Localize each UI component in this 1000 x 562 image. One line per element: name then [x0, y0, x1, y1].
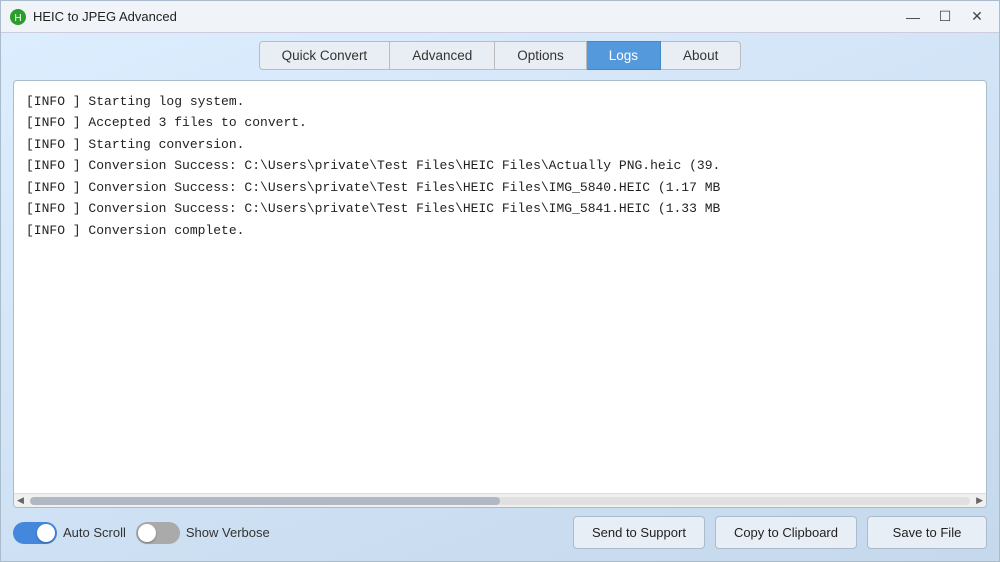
- title-bar-controls: — ☐ ✕: [899, 7, 991, 27]
- copy-to-clipboard-button[interactable]: Copy to Clipboard: [715, 516, 857, 549]
- list-item: [INFO ] Conversion Success: C:\Users\pri…: [26, 155, 974, 176]
- tab-logs[interactable]: Logs: [587, 41, 661, 70]
- maximize-button[interactable]: ☐: [931, 7, 959, 27]
- auto-scroll-toggle-wrapper: Auto Scroll: [13, 522, 126, 544]
- tab-advanced[interactable]: Advanced: [390, 41, 495, 70]
- tab-bar: Quick Convert Advanced Options Logs Abou…: [13, 41, 987, 70]
- list-item: [INFO ] Conversion complete.: [26, 220, 974, 241]
- bottom-bar: Auto Scroll Show Verbose Send to Support…: [13, 516, 987, 549]
- scrollbar-thumb[interactable]: [30, 497, 500, 505]
- minimize-button[interactable]: —: [899, 7, 927, 27]
- title-bar: H HEIC to JPEG Advanced — ☐ ✕: [1, 1, 999, 33]
- auto-scroll-toggle[interactable]: [13, 522, 57, 544]
- auto-scroll-label: Auto Scroll: [63, 525, 126, 540]
- list-item: [INFO ] Starting conversion.: [26, 134, 974, 155]
- log-content: [INFO ] Starting log system. [INFO ] Acc…: [14, 81, 986, 493]
- show-verbose-thumb: [138, 524, 156, 542]
- horizontal-scrollbar[interactable]: ◀ ▶: [14, 493, 986, 507]
- send-to-support-button[interactable]: Send to Support: [573, 516, 705, 549]
- scroll-right-icon[interactable]: ▶: [976, 495, 983, 506]
- show-verbose-toggle-wrapper: Show Verbose: [136, 522, 270, 544]
- tab-quick-convert[interactable]: Quick Convert: [259, 41, 391, 70]
- scroll-left-icon[interactable]: ◀: [17, 495, 24, 506]
- auto-scroll-thumb: [37, 524, 55, 542]
- title-bar-left: H HEIC to JPEG Advanced: [9, 8, 177, 26]
- list-item: [INFO ] Starting log system.: [26, 91, 974, 112]
- tab-options[interactable]: Options: [495, 41, 587, 70]
- scrollbar-track[interactable]: [30, 497, 970, 505]
- list-item: [INFO ] Accepted 3 files to convert.: [26, 112, 974, 133]
- save-to-file-button[interactable]: Save to File: [867, 516, 987, 549]
- app-icon: H: [9, 8, 27, 26]
- list-item: [INFO ] Conversion Success: C:\Users\pri…: [26, 177, 974, 198]
- close-button[interactable]: ✕: [963, 7, 991, 27]
- content-area: Quick Convert Advanced Options Logs Abou…: [1, 33, 999, 561]
- list-item: [INFO ] Conversion Success: C:\Users\pri…: [26, 198, 974, 219]
- svg-text:H: H: [14, 13, 21, 24]
- show-verbose-label: Show Verbose: [186, 525, 270, 540]
- show-verbose-toggle[interactable]: [136, 522, 180, 544]
- main-window: H HEIC to JPEG Advanced — ☐ ✕ Quick Conv…: [0, 0, 1000, 562]
- window-title: HEIC to JPEG Advanced: [33, 9, 177, 24]
- tab-about[interactable]: About: [661, 41, 741, 70]
- log-container: [INFO ] Starting log system. [INFO ] Acc…: [13, 80, 987, 508]
